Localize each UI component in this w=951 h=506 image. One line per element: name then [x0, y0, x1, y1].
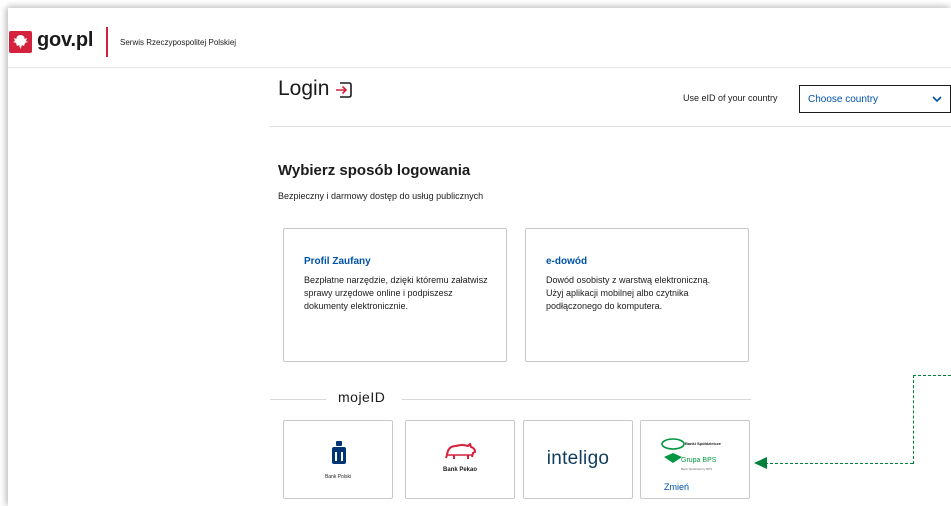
inteligo-logo: inteligo — [546, 448, 610, 469]
section-subtitle: Bezpieczny i darmowy dostęp do usług pub… — [278, 191, 484, 201]
logo-separator — [106, 27, 108, 57]
card-description: Dowód osobisty z warstwą elektroniczną. … — [546, 275, 711, 311]
bank-inteligo-tile[interactable]: inteligo — [523, 420, 633, 499]
bank-pekao-tile[interactable]: Bank Pekao — [405, 420, 515, 499]
profil-zaufany-card[interactable]: Profil Zaufany Bezpłatne narzędzie, dzię… — [283, 228, 507, 362]
pko-logo-icon — [332, 441, 346, 464]
card-description: Bezpłatne narzędzie, dzięki któremu zała… — [304, 275, 488, 311]
header-divider — [270, 126, 951, 127]
bps-name: Grupa BPS — [681, 457, 717, 464]
annotation-arrow-icon — [754, 457, 767, 469]
bank-label: Bank Polski — [324, 474, 352, 480]
change-bank-link[interactable]: Zmień — [664, 482, 689, 492]
bps-small-label: Bank Spółdzielczy BPS — [681, 467, 713, 471]
pekao-bison-icon — [445, 443, 477, 459]
bank-bps-tile[interactable]: Banki Spółdzielcze Grupa BPS Bank Spółdz… — [640, 420, 750, 499]
mojeid-logo: mojeID — [338, 389, 386, 405]
country-select[interactable]: Choose country — [799, 85, 951, 113]
annotation-line — [765, 463, 913, 464]
mojeid-divider-left — [270, 399, 326, 400]
page-title: Login — [278, 77, 330, 100]
section-title: Wybierz sposób logowania — [278, 162, 471, 179]
bank-label: Bank Pekao — [442, 467, 478, 473]
e-dowod-card[interactable]: e-dowód Dowód osobisty z warstwą elektro… — [525, 228, 749, 362]
login-arrow-icon — [336, 82, 352, 98]
bank-pko-tile[interactable]: Bank Polski — [283, 420, 393, 499]
eid-label: Use eID of your country — [683, 93, 778, 103]
annotation-line — [913, 375, 951, 376]
browser-viewport: gov.pl Serwis Rzeczypospolitej Polskiej … — [8, 8, 951, 506]
service-name: Serwis Rzeczypospolitej Polskiej — [120, 38, 237, 47]
polish-eagle-icon[interactable] — [9, 31, 32, 53]
country-select-value: Choose country — [808, 94, 879, 105]
mojeid-divider-right — [402, 399, 751, 400]
bps-top-label: Banki Spółdzielcze — [685, 441, 722, 446]
gov-pl-logo[interactable]: gov.pl — [37, 29, 93, 52]
card-title: Profil Zaufany — [304, 256, 371, 267]
site-header: gov.pl Serwis Rzeczypospolitej Polskiej — [8, 8, 951, 68]
annotation-line — [913, 375, 914, 464]
card-title: e-dowód — [546, 256, 588, 267]
chevron-down-icon — [932, 96, 942, 103]
